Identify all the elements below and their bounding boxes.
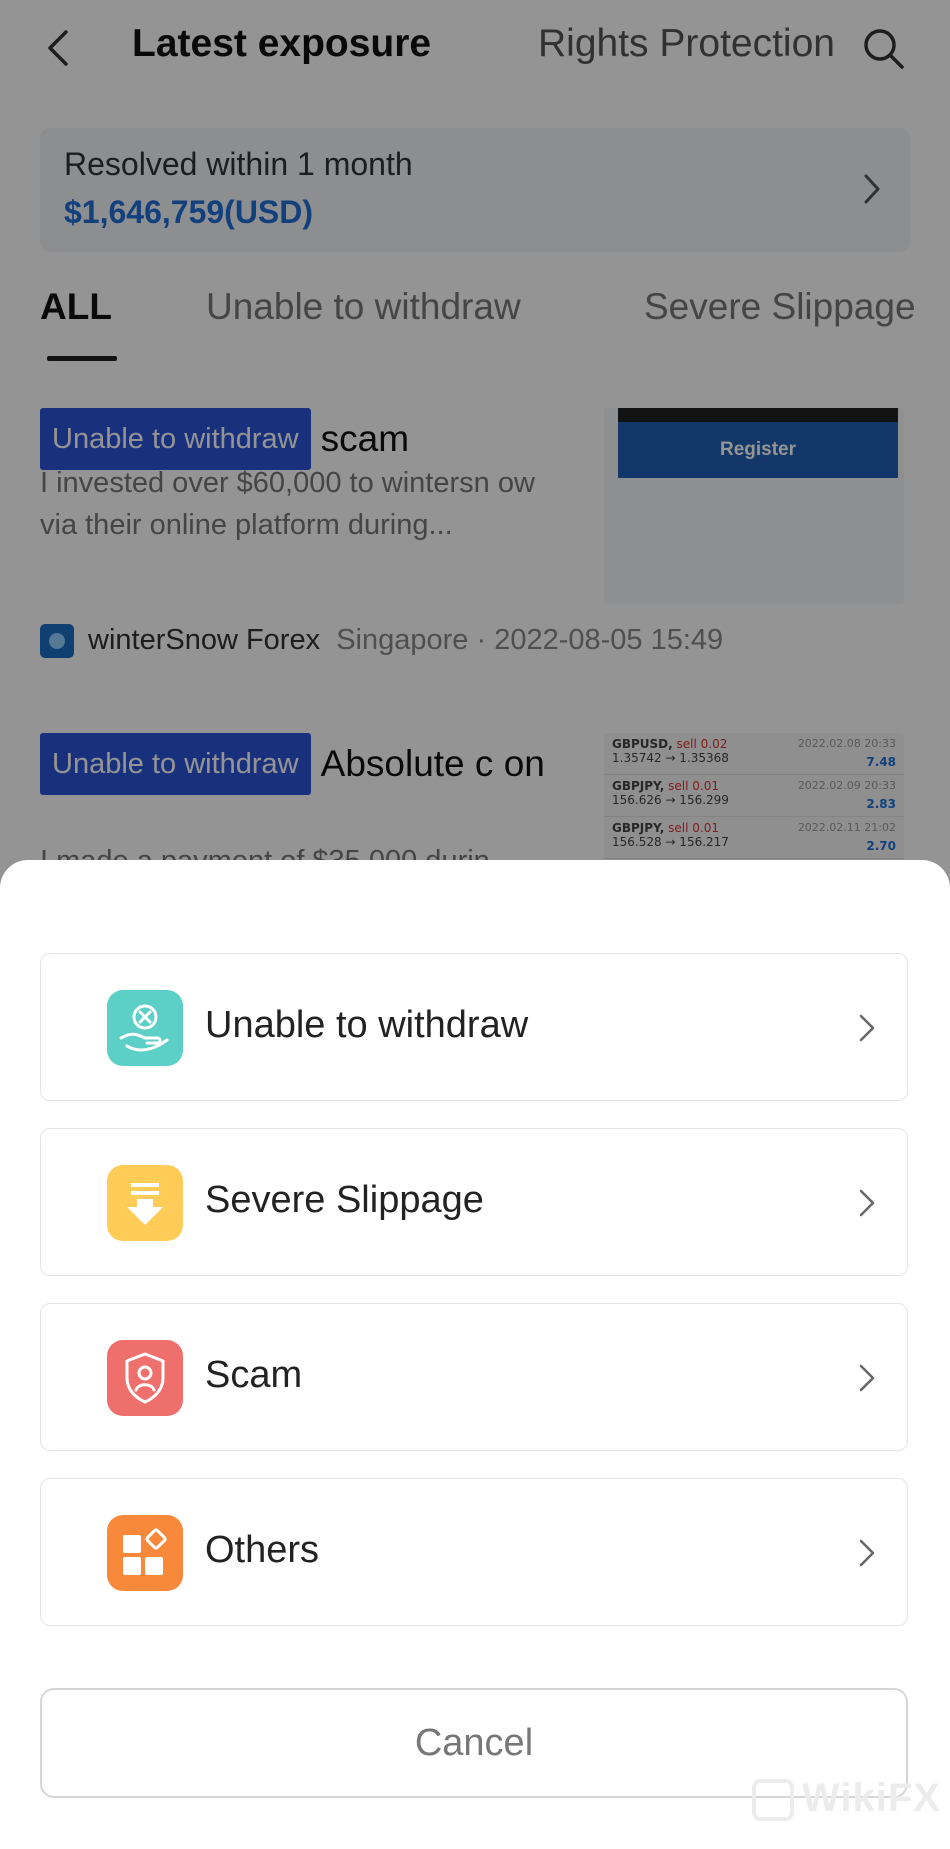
watermark-logo: WikiFX xyxy=(752,1776,941,1822)
option-label: Severe Slippage xyxy=(205,1179,484,1221)
exposure-page: Latest exposure Rights Protection Resolv… xyxy=(0,0,950,1849)
option-others[interactable]: Others xyxy=(40,1478,908,1626)
option-label: Unable to withdraw xyxy=(205,1004,529,1046)
chevron-right-icon xyxy=(859,1364,875,1392)
option-scam[interactable]: Scam xyxy=(40,1303,908,1451)
chevron-right-icon xyxy=(859,1189,875,1217)
chevron-right-icon xyxy=(859,1539,875,1567)
option-unable-to-withdraw[interactable]: Unable to withdraw xyxy=(40,953,908,1101)
option-label: Others xyxy=(205,1529,320,1571)
arrow-down-icon xyxy=(107,1165,183,1241)
watermark-icon xyxy=(752,1779,794,1822)
category-bottom-sheet: Unable to withdraw Severe Slippage Scam … xyxy=(0,860,950,1849)
grid-icon xyxy=(107,1515,183,1591)
watermark-text: WikiFX xyxy=(802,1776,941,1820)
chevron-right-icon xyxy=(859,1014,875,1042)
option-label: Scam xyxy=(205,1354,303,1396)
option-severe-slippage[interactable]: Severe Slippage xyxy=(40,1128,908,1276)
hand-x-icon xyxy=(107,990,183,1066)
shield-person-icon xyxy=(107,1340,183,1416)
